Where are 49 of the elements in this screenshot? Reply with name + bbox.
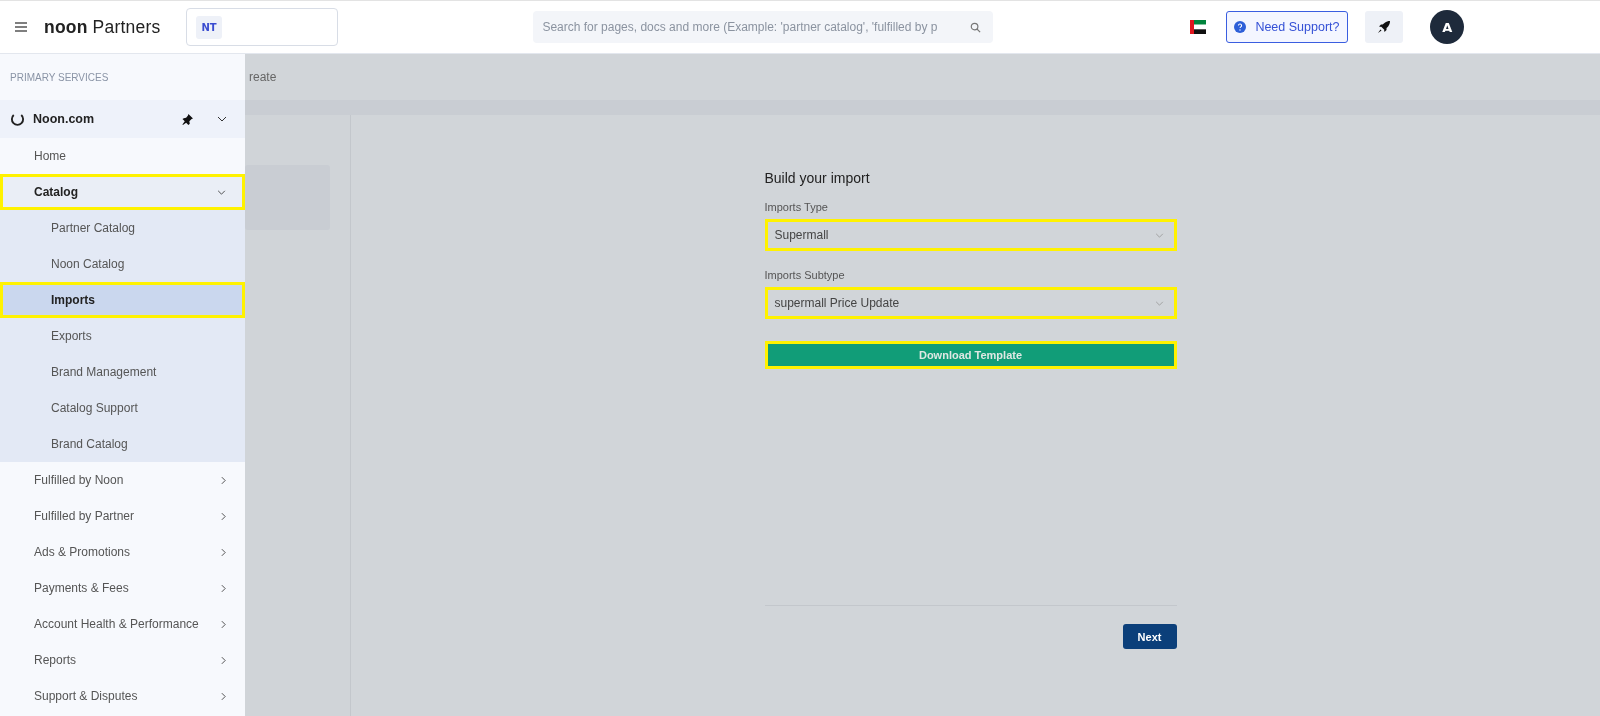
chevron-right-icon — [221, 547, 226, 557]
nav-subitem[interactable]: Imports — [0, 282, 245, 318]
nav-item[interactable]: Payments & Fees — [0, 570, 245, 606]
chevron-right-icon — [221, 619, 226, 629]
nav-item[interactable]: Fulfilled by Noon — [0, 462, 245, 498]
search-icon[interactable] — [970, 22, 982, 33]
rocket-icon — [1377, 20, 1392, 34]
nav-subitem[interactable]: Brand Management — [0, 354, 245, 390]
section-heading: PRIMARY SERVICES — [9, 70, 110, 85]
chevron-right-icon — [221, 691, 226, 701]
chevron-down-icon — [1154, 300, 1164, 306]
nav-subitem[interactable]: Partner Catalog — [0, 210, 245, 246]
dropdown-field[interactable]: Supermall — [764, 219, 1177, 251]
nav-subitem[interactable]: Exports — [0, 318, 245, 354]
support-button[interactable]: Need Support? — [1226, 11, 1349, 43]
search-field[interactable]: Search for pages, docs and more (Example: 'partner catalog', 'fulfilled by p — [533, 11, 994, 43]
nav-subitem[interactable]: Brand Catalog — [0, 426, 245, 462]
service-label: Noon.com — [33, 112, 96, 126]
rocket-button[interactable] — [1365, 11, 1404, 43]
field-label: Imports Subtype — [764, 269, 846, 281]
nav-item[interactable]: Account Health & Performance — [0, 606, 245, 642]
chevron-right-icon — [221, 583, 226, 593]
nav-item[interactable]: Catalog — [0, 174, 245, 210]
help-icon — [1234, 21, 1247, 33]
next-button[interactable]: Next — [1122, 624, 1177, 649]
logo-text: noon Partners — [44, 16, 161, 38]
form-title: Build your import — [764, 170, 871, 186]
flag-icon[interactable] — [1190, 20, 1207, 34]
breadcrumb-text: reate — [249, 70, 277, 84]
nav-item[interactable]: Fulfilled by Partner — [0, 498, 245, 534]
nav-item[interactable]: Ads & Promotions — [0, 534, 245, 570]
nav-subitem[interactable]: Noon Catalog — [0, 246, 245, 282]
chevron-right-icon — [221, 475, 226, 485]
store-badge: NT — [196, 15, 222, 39]
service-item[interactable]: Noon.com — [0, 100, 245, 138]
chevron-right-icon — [221, 655, 226, 665]
chevron-down-icon — [1154, 232, 1164, 238]
chevron-right-icon — [221, 511, 226, 521]
menu-icon[interactable] — [15, 22, 27, 32]
chevron-down-icon — [217, 189, 226, 195]
nav-item[interactable]: Home — [0, 138, 245, 174]
nav-subitem[interactable]: Catalog Support — [0, 390, 245, 426]
store-selector[interactable]: NT — [186, 8, 339, 46]
nav-item[interactable]: Reports — [0, 642, 245, 678]
field-label: Imports Type — [764, 201, 829, 213]
dropdown-field[interactable]: supermall Price Update — [764, 287, 1177, 319]
pin-icon[interactable] — [182, 113, 193, 125]
nav-item[interactable]: Support & Disputes — [0, 678, 245, 714]
avatar[interactable]: A — [1430, 10, 1465, 44]
